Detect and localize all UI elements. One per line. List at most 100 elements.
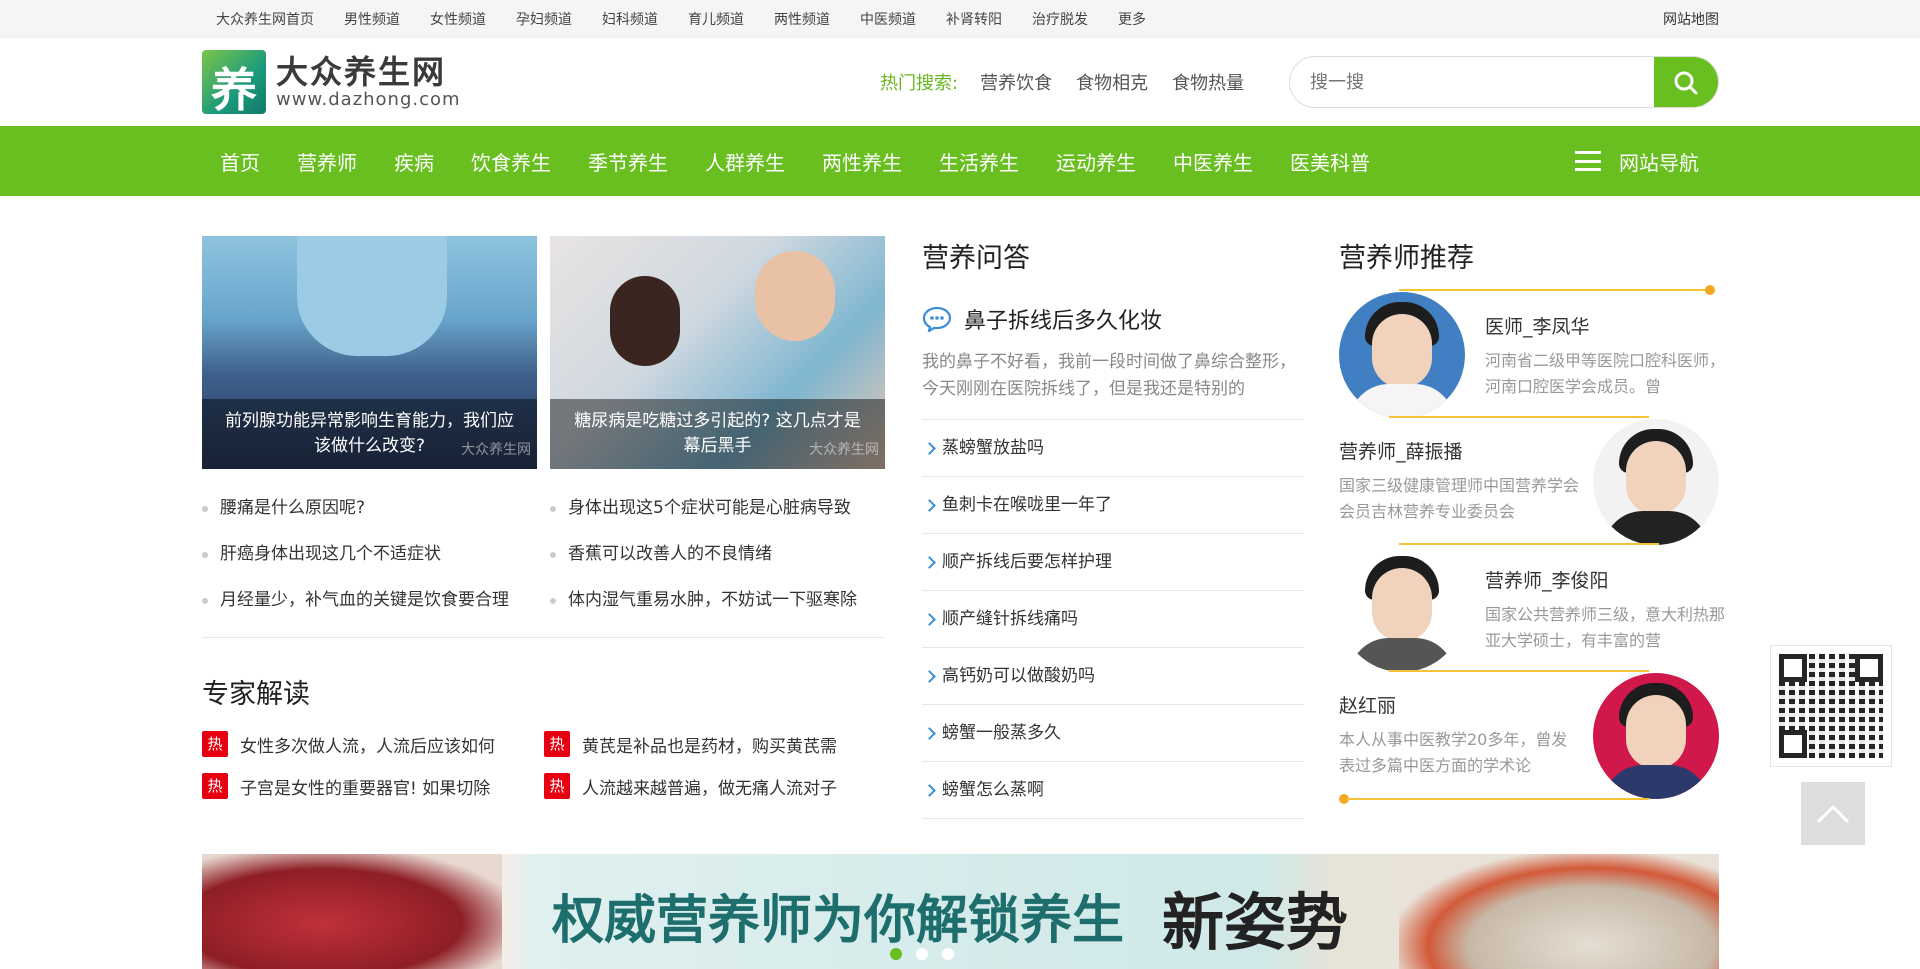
search-button[interactable] xyxy=(1654,57,1718,107)
promo-banner[interactable]: 权威营养师为你解锁养生 新姿势 xyxy=(202,854,1719,969)
qa-item[interactable]: 螃蟹怎么蒸啊 xyxy=(922,762,1304,819)
nav-item-sport[interactable]: 运动养生 xyxy=(1056,147,1136,176)
nav-item-diet[interactable]: 饮食养生 xyxy=(471,147,551,176)
top-link-hairloss[interactable]: 治疗脱发 xyxy=(1032,9,1088,29)
avatar xyxy=(1593,673,1719,799)
news-item[interactable]: 腰痛是什么原因呢? xyxy=(202,485,537,531)
top-link-home[interactable]: 大众养生网首页 xyxy=(216,9,314,29)
dietitian-desc: 国家公共营养师三级，意大利热那亚大学硕士，有丰富的营 xyxy=(1485,605,1725,650)
qa-featured[interactable]: 鼻子拆线后多久化妆 xyxy=(922,303,1304,335)
nav-item-disease[interactable]: 疾病 xyxy=(394,147,434,176)
qa-column: 营养问答 鼻子拆线后多久化妆 我的鼻子不好看，我前一段时间做了鼻综合整形，今天刚… xyxy=(922,236,1304,819)
qa-item[interactable]: 顺产拆线后要怎样护理 xyxy=(922,534,1304,591)
top-link-female[interactable]: 女性频道 xyxy=(430,9,486,29)
dietitian-name: 医师_李凤华 xyxy=(1485,316,1590,338)
expert-item[interactable]: 热 女性多次做人流，人流后应该如何 xyxy=(202,731,544,757)
nav-item-life[interactable]: 生活养生 xyxy=(939,147,1019,176)
top-link-tcm[interactable]: 中医频道 xyxy=(860,9,916,29)
banner-plate-image xyxy=(1399,854,1719,969)
dietitian-name: 营养师_李俊阳 xyxy=(1485,570,1609,592)
hot-search-link[interactable]: 食物热量 xyxy=(1172,69,1244,95)
dietitian-name: 营养师_薛振播 xyxy=(1339,441,1463,463)
logo-mark-icon: 养 xyxy=(202,50,266,114)
expert-item[interactable]: 热 人流越来越普遍，做无痛人流对子 xyxy=(544,773,885,799)
back-to-top-button[interactable] xyxy=(1801,782,1865,845)
expert-item-label: 女性多次做人流，人流后应该如何 xyxy=(240,736,495,757)
banner-headline-emphasis: 新姿势 xyxy=(1162,886,1349,959)
news-item[interactable]: 身体出现这5个症状可能是心脏病导致 xyxy=(550,485,885,531)
nav-item-tcm[interactable]: 中医养生 xyxy=(1173,147,1253,176)
hot-search-link[interactable]: 营养饮食 xyxy=(980,69,1052,95)
hot-badge: 热 xyxy=(544,731,570,757)
divider xyxy=(1389,670,1649,672)
carousel-dots xyxy=(890,948,968,960)
watermark: 大众养生网 xyxy=(461,442,531,458)
qa-item[interactable]: 蒸螃蟹放盐吗 xyxy=(922,420,1304,477)
hot-badge: 热 xyxy=(544,773,570,799)
top-link-parenting[interactable]: 育儿频道 xyxy=(688,9,744,29)
banner-meat-image xyxy=(202,854,502,969)
nav-item-home[interactable]: 首页 xyxy=(220,147,260,176)
hot-badge: 热 xyxy=(202,773,228,799)
avatar xyxy=(1593,419,1719,545)
nav-item-beauty[interactable]: 医美科普 xyxy=(1290,147,1370,176)
site-logo[interactable]: 养 大众养生网 www.dazhong.com xyxy=(202,50,461,114)
top-link-kidney[interactable]: 补肾转阳 xyxy=(946,9,1002,29)
top-link-pregnant[interactable]: 孕妇频道 xyxy=(516,9,572,29)
chevron-up-icon xyxy=(1816,804,1850,823)
nav-item-season[interactable]: 季节养生 xyxy=(588,147,668,176)
nav-item-dietitian[interactable]: 营养师 xyxy=(297,147,357,176)
dietitian-card[interactable]: 赵红丽 本人从事中医教学20多年，曾发表过多篇中医方面的学术论 xyxy=(1339,673,1719,799)
news-item[interactable]: 月经量少，补气血的关键是饮食要合理 xyxy=(202,577,537,623)
dietitian-desc: 国家三级健康管理师中国营养学会会员吉林营养专业委员会 xyxy=(1339,476,1579,521)
qa-item[interactable]: 顺产缝针拆线痛吗 xyxy=(922,591,1304,648)
featured-card[interactable]: 糖尿病是吃糖过多引起的? 这几点才是幕后黑手 大众养生网 xyxy=(550,236,885,469)
expert-item-label: 子宫是女性的重要器官! 如果切除 xyxy=(240,778,491,799)
divider xyxy=(1399,543,1659,545)
dietitian-name: 赵红丽 xyxy=(1339,695,1397,717)
expert-section: 专家解读 热 女性多次做人流，人流后应该如何 热 黄芪是补品也是药材，购买黄芪需… xyxy=(202,672,885,799)
nav-item-crowd[interactable]: 人群养生 xyxy=(705,147,785,176)
dietitian-card[interactable]: 医师_李凤华 河南省二级甲等医院口腔科医师，河南口腔医学会成员。曾 xyxy=(1339,292,1725,418)
dietitian-desc: 本人从事中医教学20多年，曾发表过多篇中医方面的学术论 xyxy=(1339,730,1568,775)
nav-item-sex[interactable]: 两性养生 xyxy=(822,147,902,176)
main-nav: 首页 营养师 疾病 饮食养生 季节养生 人群养生 两性养生 生活养生 运动养生 … xyxy=(0,126,1920,196)
news-item[interactable]: 肝癌身体出现这几个不适症状 xyxy=(202,531,537,577)
qa-item[interactable]: 鱼刺卡在喉咙里一年了 xyxy=(922,477,1304,534)
news-list: 腰痛是什么原因呢? 肝癌身体出现这几个不适症状 月经量少，补气血的关键是饮食要合… xyxy=(202,485,885,638)
carousel-dot[interactable] xyxy=(890,948,902,960)
qa-featured-title: 鼻子拆线后多久化妆 xyxy=(964,309,1163,334)
logo-domain: www.dazhong.com xyxy=(276,89,461,110)
qa-section-title: 营养问答 xyxy=(922,243,1030,274)
top-link-gynecology[interactable]: 妇科频道 xyxy=(602,9,658,29)
banner-headline: 权威营养师为你解锁养生 xyxy=(552,891,1125,951)
hot-search-link[interactable]: 食物相克 xyxy=(1076,69,1148,95)
news-item[interactable]: 香蕉可以改善人的不良情绪 xyxy=(550,531,885,577)
hot-search-label: 热门搜索: xyxy=(880,73,959,94)
featured-column: 前列腺功能异常影响生育能力，我们应该做什么改变? 大众养生网 糖尿病是吃糖过多引… xyxy=(202,236,885,799)
qa-featured-desc: 我的鼻子不好看，我前一段时间做了鼻综合整形，今天刚刚在医院拆线了，但是我还是特别… xyxy=(922,352,1296,399)
qa-item[interactable]: 螃蟹一般蒸多久 xyxy=(922,705,1304,762)
qa-item[interactable]: 高钙奶可以做酸奶吗 xyxy=(922,648,1304,705)
search-icon xyxy=(1674,71,1698,95)
search-box xyxy=(1289,56,1719,108)
menu-icon xyxy=(1575,151,1601,171)
top-link-more[interactable]: 更多 xyxy=(1118,9,1146,29)
search-input[interactable] xyxy=(1290,57,1654,107)
header: 养 大众养生网 www.dazhong.com 热门搜索: 营养饮食 食物相克 … xyxy=(0,38,1920,126)
chat-bubble-icon xyxy=(922,306,952,332)
sitemap-link[interactable]: 网站地图 xyxy=(1663,9,1719,29)
expert-item-label: 黄芪是补品也是药材，购买黄芪需 xyxy=(582,736,837,757)
expert-item[interactable]: 热 子宫是女性的重要器官! 如果切除 xyxy=(202,773,544,799)
carousel-dot[interactable] xyxy=(942,948,954,960)
featured-card[interactable]: 前列腺功能异常影响生育能力，我们应该做什么改变? 大众养生网 xyxy=(202,236,537,469)
carousel-dot[interactable] xyxy=(916,948,928,960)
expert-item[interactable]: 热 黄芪是补品也是药材，购买黄芪需 xyxy=(544,731,885,757)
dietitian-card[interactable]: 营养师_薛振播 国家三级健康管理师中国营养学会会员吉林营养专业委员会 xyxy=(1339,419,1719,545)
news-item[interactable]: 体内湿气重易水肿，不妨试一下驱寒除 xyxy=(550,577,885,623)
main-content: 前列腺功能异常影响生育能力，我们应该做什么改变? 大众养生网 糖尿病是吃糖过多引… xyxy=(202,236,1725,826)
top-link-sex[interactable]: 两性频道 xyxy=(774,9,830,29)
dietitian-card[interactable]: 营养师_李俊阳 国家公共营养师三级，意大利热那亚大学硕士，有丰富的营 xyxy=(1339,546,1725,672)
site-nav-toggle[interactable]: 网站导航 xyxy=(1575,147,1699,176)
top-link-male[interactable]: 男性频道 xyxy=(344,9,400,29)
